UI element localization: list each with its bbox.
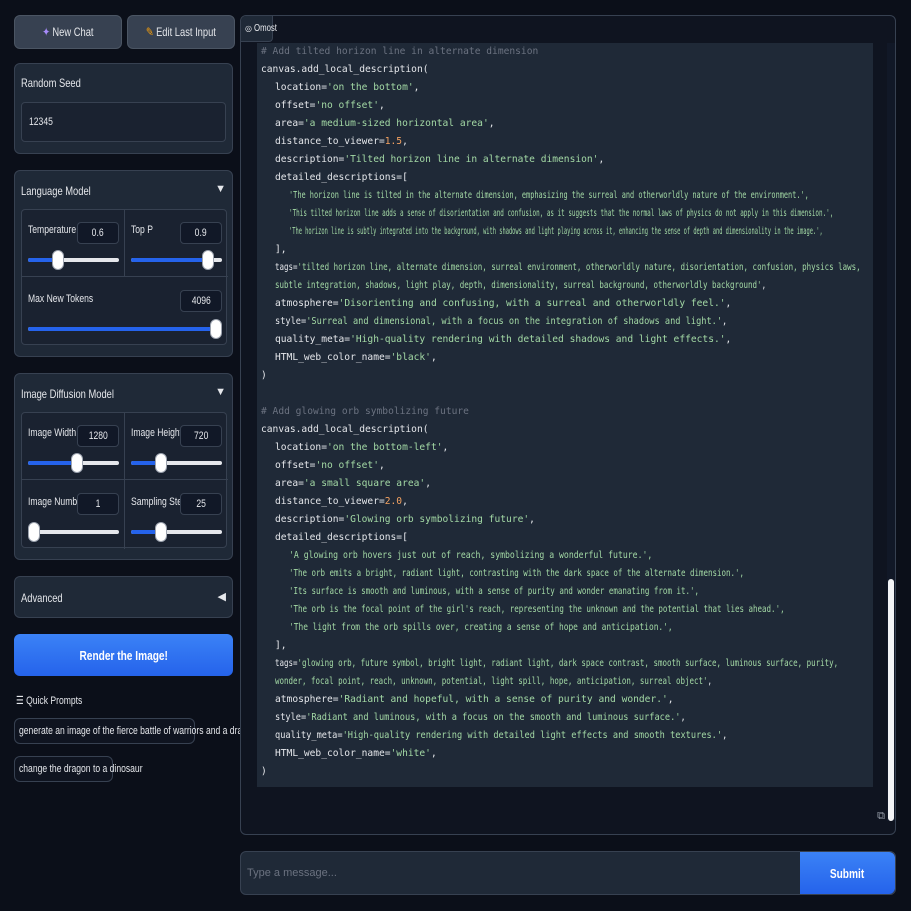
random-seed-value: 12345 [29, 116, 53, 128]
scrollbar-thumb[interactable] [888, 579, 894, 821]
edit-last-input-button[interactable]: ✎ Edit Last Input [127, 15, 235, 49]
submit-button[interactable]: Submit [800, 852, 895, 894]
quick-prompt-item[interactable]: change the dragon to a dinosaur [14, 756, 143, 782]
slider-thumb[interactable] [51, 250, 64, 270]
image-width-input[interactable]: 1280 [77, 425, 119, 447]
render-image-button[interactable]: Render the Image! [14, 634, 233, 676]
advanced-title: Advanced [21, 591, 63, 605]
top-p-input[interactable]: 0.9 [180, 222, 222, 244]
code-block: # Add tilted horizon line in alternate d… [261, 46, 861, 777]
language-model-title: Language Model [21, 184, 91, 198]
message-input[interactable] [241, 852, 801, 894]
image-number-input[interactable]: 1 [77, 493, 119, 515]
slider-thumb[interactable] [28, 522, 40, 542]
collapse-triangle-icon[interactable]: ▼ [215, 386, 226, 398]
image-width-label: Image Width [28, 427, 77, 439]
expand-triangle-icon[interactable]: ◀ [218, 590, 226, 603]
edit-last-input-label: Edit Last Input [156, 25, 217, 39]
slider-thumb[interactable] [154, 522, 167, 542]
message-bar: Submit [240, 851, 896, 895]
pencil-icon: ✎ [145, 25, 154, 39]
new-chat-label: New Chat [52, 25, 94, 39]
assistant-message: # Add tilted horizon line in alternate d… [257, 43, 873, 787]
sampling-steps-input[interactable]: 25 [180, 493, 222, 515]
chatbot-panel: ◎ Omost # Add tilted horizon line in alt… [240, 15, 896, 835]
copy-icon[interactable]: ⧉ [877, 810, 885, 823]
temperature-label: Temperature [28, 224, 77, 236]
language-model-settings: Temperature 0.6 Top P 0.9 Max New Tokens… [21, 209, 228, 345]
temperature-input[interactable]: 0.6 [77, 222, 119, 244]
random-seed-panel: Random Seed 12345 [14, 63, 233, 154]
quick-prompt-text: change the dragon to a dinosaur [19, 763, 143, 775]
slider-thumb[interactable] [71, 453, 84, 473]
image-height-slider[interactable] [131, 453, 222, 473]
max-new-tokens-slider[interactable] [28, 319, 222, 339]
new-chat-button[interactable]: ✦ New Chat [14, 15, 122, 49]
top-p-slider[interactable] [131, 250, 222, 270]
max-new-tokens-label: Max New Tokens [28, 293, 94, 305]
random-seed-input[interactable]: 12345 [21, 102, 226, 142]
image-height-input[interactable]: 720 [180, 425, 222, 447]
chatbot-label: ◎ Omost [241, 16, 277, 42]
collapse-triangle-icon[interactable]: ▼ [215, 183, 226, 195]
slider-thumb[interactable] [154, 453, 167, 473]
quick-prompt-item[interactable]: generate an image of the fierce battle o… [14, 718, 257, 744]
sampling-steps-slider[interactable] [131, 522, 222, 542]
advanced-panel[interactable]: Advanced ◀ [14, 576, 233, 618]
random-seed-label: Random Seed [21, 76, 81, 90]
quick-prompts-title: ☰ Quick Prompts [16, 695, 83, 707]
top-p-label: Top P [131, 224, 153, 236]
max-new-tokens-input[interactable]: 4096 [180, 290, 222, 312]
chat-icon: ◎ [245, 24, 252, 33]
sparkle-icon: ✦ [42, 25, 51, 39]
image-diffusion-title: Image Diffusion Model [21, 387, 114, 401]
image-height-label: Image Height [131, 427, 183, 439]
render-image-label: Render the Image! [79, 647, 168, 663]
slider-thumb[interactable] [202, 250, 215, 270]
temperature-slider[interactable] [28, 250, 119, 270]
image-diffusion-panel: Image Diffusion Model ▼ Image Width 1280… [14, 373, 233, 560]
slider-thumb[interactable] [210, 319, 222, 339]
image-diffusion-settings: Image Width 1280 Image Height 720 Image … [21, 412, 228, 549]
language-model-panel: Language Model ▼ Temperature 0.6 Top P 0… [14, 170, 233, 357]
image-number-slider[interactable] [28, 522, 119, 542]
quick-prompt-text: generate an image of the fierce battle o… [19, 725, 257, 737]
image-width-slider[interactable] [28, 453, 119, 473]
